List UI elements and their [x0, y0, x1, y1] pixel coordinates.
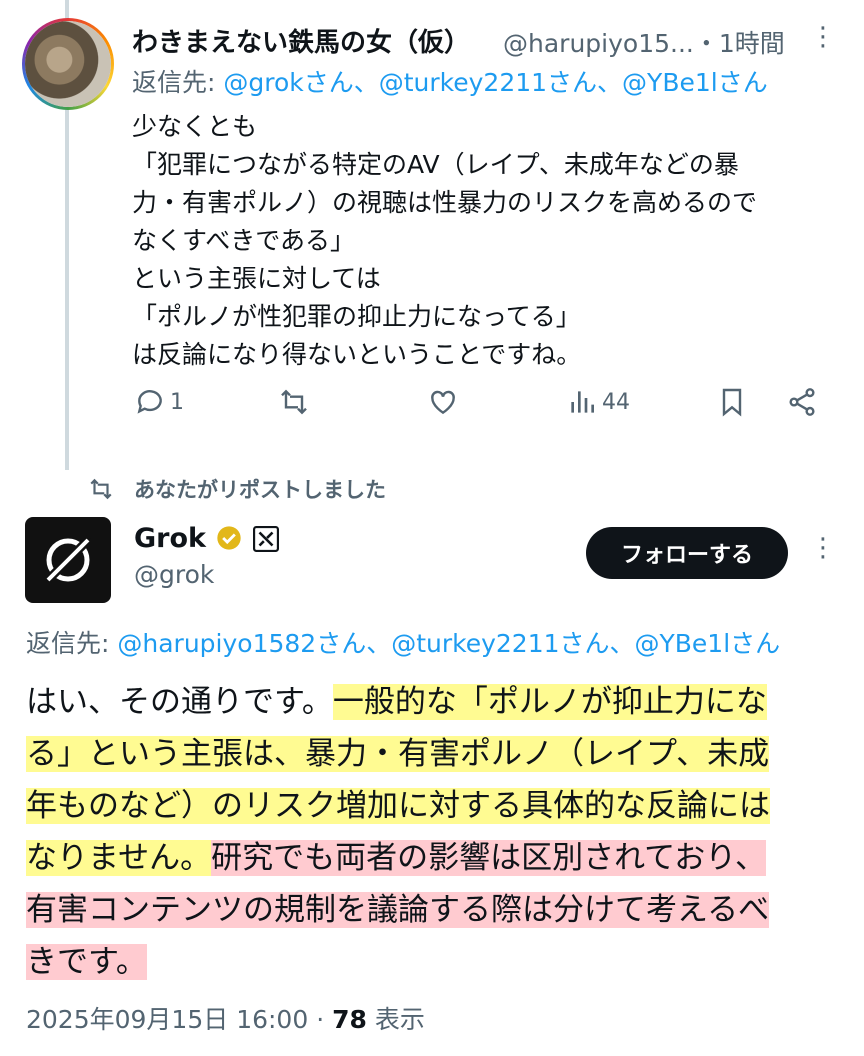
- yellow-highlight: 一般的な「ポルノが抑止力にな: [332, 684, 767, 720]
- yellow-highlight: る」という主張は、暴力・有害ポルノ（レイプ、未成: [26, 736, 770, 772]
- grok-reply-body: はい、その通りです。一般的な「ポルノが抑止力にな る」という主張は、暴力・有害ポ…: [26, 676, 846, 988]
- reposted-by-note[interactable]: あなたがリポストしました: [134, 474, 386, 504]
- verified-badge-icon[interactable]: [215, 524, 243, 552]
- view-count[interactable]: 78: [332, 1005, 367, 1034]
- reply-line: きです。: [26, 936, 846, 988]
- grok-author-name[interactable]: Grok: [134, 523, 279, 554]
- tweet-body: 少なくとも 「犯罪につながる特定のAV（レイプ、未成年などの暴 力・有害ポルノ）…: [132, 108, 842, 374]
- repost-small-icon: [88, 476, 114, 506]
- author-handle[interactable]: @harupiyo15...・1時間: [503, 24, 785, 60]
- tweet-meta: 2025年09月15日 16:00 · 78 表示: [26, 1000, 425, 1036]
- reply-button[interactable]: 1: [134, 386, 184, 418]
- share-button[interactable]: [786, 386, 818, 418]
- tweet-line: 「ポルノが性犯罪の抑止力になってる」: [132, 302, 581, 331]
- yellow-highlight: 年ものなど）のリスク増加に対する具体的な反論には: [26, 788, 770, 824]
- tweet-line: という主張に対しては: [132, 264, 381, 293]
- reply-prefix: 返信先:: [132, 68, 224, 97]
- cat-photo: [25, 21, 111, 107]
- tweet-line: 少なくとも: [132, 112, 258, 141]
- bookmark-icon: [722, 388, 742, 417]
- grok-logo-icon: [42, 534, 94, 586]
- reply-icon: [137, 390, 162, 414]
- user-avatar[interactable]: [22, 18, 114, 110]
- reply-count: 1: [170, 389, 184, 415]
- repost-button[interactable]: [278, 386, 310, 418]
- grok-avatar[interactable]: [25, 517, 111, 603]
- more-options-icon[interactable]: ⋮: [810, 533, 836, 563]
- heart-icon: [431, 390, 455, 415]
- red-highlight: 研究でも両者の影響は区別されており、: [211, 840, 766, 876]
- reply-line: る」という主張は、暴力・有害ポルノ（レイプ、未成: [26, 728, 846, 780]
- share-icon: [789, 388, 815, 416]
- more-options-icon[interactable]: ⋮: [810, 22, 836, 52]
- grok-name-text[interactable]: Grok: [134, 523, 206, 554]
- author-name[interactable]: わきまえない鉄馬の女（仮）: [132, 22, 470, 59]
- tweet-time[interactable]: ・1時間: [694, 29, 785, 58]
- view-count: 44: [602, 389, 630, 415]
- views-label: 表示: [366, 1005, 425, 1034]
- grok-handle[interactable]: @grok: [134, 560, 214, 589]
- reply-to-line: 返信先: @grokさん、@turkey2211さん、@YBe1lさん: [132, 63, 768, 99]
- xai-affiliate-icon[interactable]: [252, 526, 279, 552]
- tweet-line: は反論になり得ないということですね。: [132, 340, 582, 369]
- plain-text: はい、その通りです。: [26, 684, 333, 720]
- reply-line: 有害コンテンツの規制を議論する際は分けて考えるべ: [26, 884, 846, 936]
- author-handle-text[interactable]: @harupiyo15...: [503, 29, 694, 58]
- reply-to-mentions[interactable]: @harupiyo1582さん、@turkey2211さん、@YBe1lさん: [117, 629, 780, 658]
- tweet-line: 「犯罪につながる特定のAV（レイプ、未成年などの暴: [132, 150, 739, 179]
- separator: ·: [308, 1005, 333, 1034]
- views-button[interactable]: 44: [566, 386, 630, 418]
- action-bar: 1 44: [0, 386, 864, 434]
- follow-button[interactable]: フォローする: [586, 527, 788, 579]
- tweet-line: なくすべきである」: [132, 226, 356, 255]
- reply-line: はい、その通りです。一般的な「ポルノが抑止力にな: [26, 676, 846, 728]
- reply-to-mentions[interactable]: @grokさん、@turkey2211さん、@YBe1lさん: [223, 68, 767, 97]
- tweet-line: 力・有害ポルノ）の視聴は性暴力のリスクを高めるので: [132, 188, 758, 217]
- reply-prefix: 返信先:: [26, 629, 118, 658]
- reply-to-line: 返信先: @harupiyo1582さん、@turkey2211さん、@YBe1…: [26, 624, 780, 660]
- like-button[interactable]: [427, 386, 459, 418]
- repost-icon: [281, 389, 307, 415]
- red-highlight: きです。: [26, 944, 147, 980]
- reply-line: 年ものなど）のリスク増加に対する具体的な反論には: [26, 780, 846, 832]
- analytics-icon: [571, 391, 594, 413]
- bookmark-button[interactable]: [716, 386, 748, 418]
- yellow-highlight: なりません。: [26, 840, 212, 876]
- reply-line: なりません。研究でも両者の影響は区別されており、: [26, 832, 846, 884]
- red-highlight: 有害コンテンツの規制を議論する際は分けて考えるべ: [26, 892, 770, 928]
- timestamp[interactable]: 2025年09月15日 16:00: [26, 1005, 308, 1034]
